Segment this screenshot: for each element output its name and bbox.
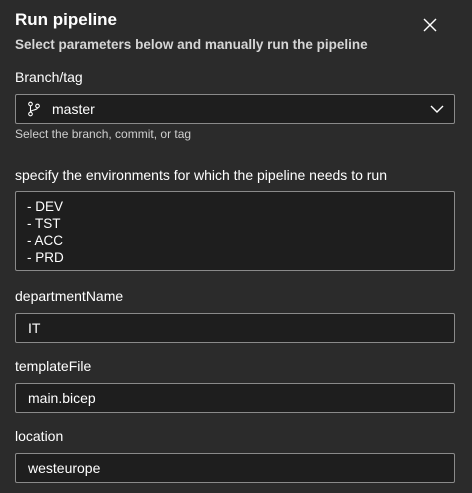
environment-line: - ACC [27, 233, 64, 248]
environment-line: - TST [27, 216, 61, 231]
branch-select-value: master [52, 101, 95, 117]
close-icon [423, 18, 437, 32]
environments-textarea[interactable]: - DEV - TST - ACC - PRD [15, 191, 455, 271]
template-file-label: templateFile [15, 358, 92, 374]
branch-helper-text: Select the branch, commit, or tag [15, 127, 192, 141]
branch-select[interactable]: master [15, 94, 455, 124]
location-input[interactable]: westeurope [15, 453, 455, 483]
environment-line: - DEV [27, 199, 64, 214]
run-pipeline-panel: Run pipeline Select parameters below and… [0, 0, 472, 493]
environments-label: specify the environments for which the p… [15, 167, 387, 183]
branch-icon [28, 101, 40, 117]
close-button[interactable] [418, 13, 442, 37]
chevron-down-icon [430, 105, 444, 113]
environment-line: - PRD [27, 250, 64, 265]
department-name-label: departmentName [15, 288, 124, 304]
branch-label: Branch/tag [15, 69, 83, 85]
dialog-title: Run pipeline [15, 10, 117, 29]
location-label: location [15, 428, 64, 444]
template-file-input[interactable]: main.bicep [15, 383, 455, 413]
dialog-subtitle: Select parameters below and manually run… [15, 37, 368, 52]
department-name-input[interactable]: IT [15, 313, 455, 343]
